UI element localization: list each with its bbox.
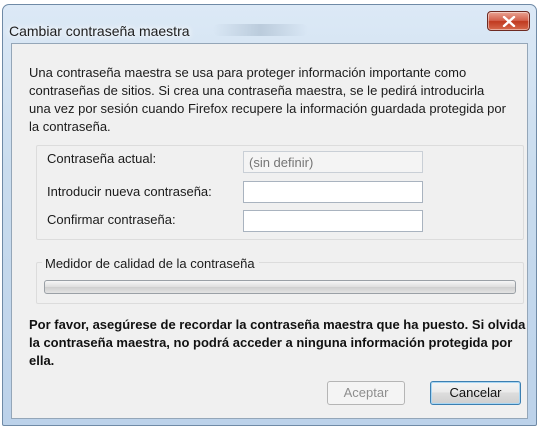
confirm-password-label: Confirmar contraseña: (47, 212, 176, 227)
quality-meter-label: Medidor de calidad de la contraseña (42, 256, 259, 271)
title-bar-glare (213, 24, 308, 36)
new-password-field[interactable] (243, 181, 423, 203)
current-password-label: Contraseña actual: (47, 151, 157, 166)
close-icon (502, 16, 516, 27)
dialog-title: Cambiar contraseña maestra (9, 23, 190, 39)
title-bar[interactable]: Cambiar contraseña maestra (3, 5, 536, 43)
password-quality-meter (44, 280, 516, 294)
new-password-label: Introducir nueva contraseña: (47, 184, 212, 199)
cancel-button[interactable]: Cancelar (430, 381, 521, 405)
warning-text: Por favor, asegúrese de recordar la cont… (29, 317, 526, 368)
confirm-password-field[interactable] (243, 210, 423, 232)
accept-button[interactable]: Aceptar (327, 381, 405, 405)
intro-text: Una contraseña maestra se usa para prote… (29, 65, 506, 134)
current-password-field (243, 151, 423, 173)
close-button[interactable] (487, 11, 530, 31)
